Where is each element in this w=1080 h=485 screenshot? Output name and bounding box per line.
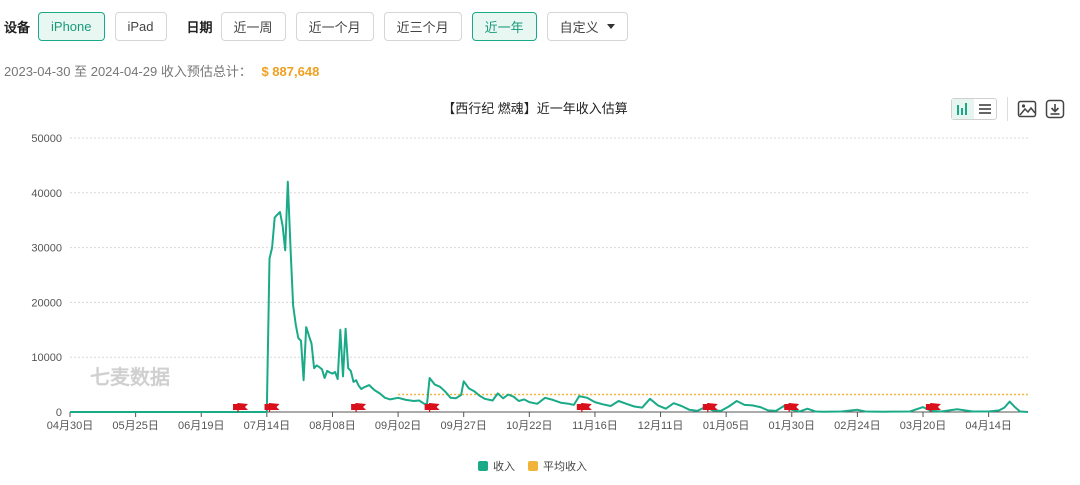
x-tick-label: 12月11日 — [638, 420, 684, 432]
chart-legend[interactable]: 收入 平均收入 — [478, 459, 587, 473]
x-tick-label: 01月30日 — [769, 420, 815, 432]
flag-icon — [581, 403, 592, 410]
y-tick-label: 0 — [56, 407, 62, 419]
caret-down-icon — [606, 23, 615, 29]
y-tick-label: 40000 — [31, 188, 62, 200]
range-week-button[interactable]: 近一周 — [220, 11, 286, 41]
event-flag-marker[interactable] — [576, 403, 592, 412]
x-tick-label: 08月08日 — [309, 420, 355, 432]
flag-icon — [238, 403, 248, 410]
legend-label: 平均收入 — [543, 459, 587, 473]
flag-icon — [784, 404, 790, 410]
flag-icon — [789, 403, 800, 410]
watermark: 七麦数据 — [90, 365, 170, 389]
summary-total: $ 887,648 — [261, 64, 320, 79]
chart-series — [70, 180, 1029, 413]
x-tick-label: 11月16日 — [572, 420, 618, 432]
y-tick-label: 30000 — [31, 243, 62, 255]
x-tick-label: 02月24日 — [834, 420, 880, 432]
x-tick-label: 03月20日 — [900, 420, 946, 432]
revenue-summary: 2023-04-30 至 2024-04-29 收入预估总计： $ 887,64… — [4, 61, 319, 80]
range-year-button[interactable]: 近一年 — [471, 11, 537, 41]
y-axis: 0 10000 20000 30000 40000 50000 — [31, 133, 62, 419]
flag-icon — [424, 404, 430, 410]
x-tick-label: 06月19日 — [178, 420, 224, 432]
event-flag-marker[interactable] — [351, 403, 367, 412]
chart-grid — [70, 137, 1028, 358]
x-tick-label: 04月30日 — [47, 420, 93, 432]
x-tick-label: 05月25日 — [112, 420, 158, 432]
event-flag-marker[interactable] — [424, 403, 440, 412]
flag-icon — [707, 403, 718, 410]
chart-title: 【西行纪 燃魂】近一年收入估算 — [442, 101, 628, 116]
range-3months-button[interactable]: 近三个月 — [383, 11, 462, 41]
device-iphone-button[interactable]: iPhone — [38, 11, 105, 41]
device-ipad-button[interactable]: iPad — [114, 11, 167, 41]
x-axis: 04月30日 05月25日 06月19日 07月14日 08月08日 09月02日 09月2… — [47, 411, 1028, 432]
y-tick-label: 10000 — [31, 352, 62, 364]
flag-icon — [269, 403, 280, 410]
custom-range-label: 自定义 — [559, 19, 599, 35]
legend-label: 收入 — [493, 459, 515, 473]
flag-icon — [356, 403, 367, 410]
legend-swatch — [478, 461, 488, 471]
flag-icon — [429, 403, 440, 410]
x-tick-label: 07月14日 — [244, 420, 290, 432]
flag-icon — [576, 404, 582, 410]
y-tick-label: 20000 — [31, 297, 62, 309]
legend-swatch — [528, 461, 538, 471]
range-month-button[interactable]: 近一个月 — [295, 11, 374, 41]
flag-icon — [264, 404, 270, 410]
x-tick-label: 09月27日 — [440, 420, 486, 432]
date-label: 日期 — [186, 19, 213, 35]
x-tick-label: 09月02日 — [375, 420, 421, 432]
flag-icon — [351, 404, 357, 410]
revenue-line — [70, 180, 1029, 413]
custom-range-dropdown[interactable]: 自定义 — [546, 11, 628, 41]
flag-icon — [925, 404, 931, 410]
flag-icon — [930, 403, 941, 410]
filter-bar: 设备 iPhone iPad 日期 近一周 近一个月 近三个月 近一年 自定义 — [4, 11, 638, 41]
flag-icon — [233, 404, 238, 410]
x-tick-label: 10月22日 — [506, 420, 552, 432]
summary-range-text: 2023-04-30 至 2024-04-29 收入预估总计： — [4, 64, 252, 79]
revenue-chart: 【西行纪 燃魂】近一年收入估算 0 10000 20000 30000 40000 500… — [31, 101, 1029, 473]
y-tick-label: 50000 — [31, 133, 62, 145]
x-tick-label: 01月05日 — [703, 420, 749, 432]
flag-icon — [702, 404, 708, 410]
device-label: 设备 — [4, 19, 31, 35]
event-flag-marker[interactable] — [233, 403, 248, 412]
x-tick-label: 04月14日 — [965, 420, 1011, 432]
